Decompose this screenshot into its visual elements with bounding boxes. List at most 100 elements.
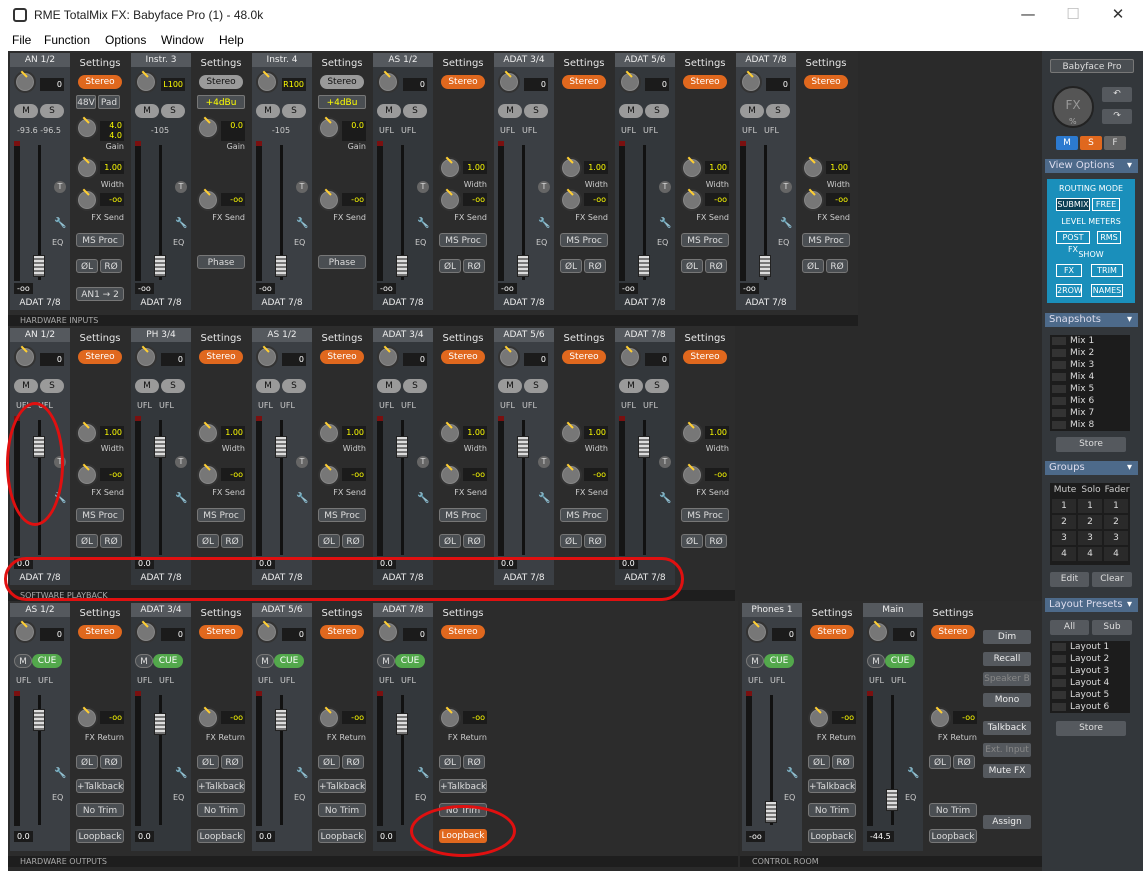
mute-button[interactable]: M: [377, 654, 395, 668]
control-room-speaker-bbutton[interactable]: Speaker B: [983, 672, 1031, 686]
solo-button[interactable]: S: [645, 104, 669, 118]
output-gain-knob[interactable]: [14, 621, 36, 643]
solo-button[interactable]: S: [282, 104, 306, 118]
fx-send-knob[interactable]: [802, 189, 824, 211]
solo-button[interactable]: S: [766, 104, 790, 118]
wrench-icon[interactable]: 🔧: [417, 493, 429, 504]
groups-clear-button[interactable]: Clear: [1092, 572, 1132, 587]
phase-left-button[interactable]: ØL: [929, 755, 951, 769]
eq-label[interactable]: EQ: [173, 238, 184, 247]
trim-button[interactable]: TRIM: [1091, 264, 1123, 277]
group-cell[interactable]: 4: [1078, 547, 1102, 561]
wrench-icon[interactable]: 🔧: [538, 218, 550, 229]
wrench-icon[interactable]: 🔧: [54, 218, 66, 229]
talkback-button[interactable]: +Talkback: [197, 779, 245, 793]
loopback-button[interactable]: Loopback: [929, 829, 977, 843]
wrench-icon[interactable]: 🔧: [54, 768, 66, 779]
control-room-ext-inputbutton[interactable]: Ext. Input: [983, 743, 1031, 757]
group-cell[interactable]: 2: [1104, 515, 1128, 529]
solo-button[interactable]: S: [645, 379, 669, 393]
control-room-dimbutton[interactable]: Dim: [983, 630, 1031, 644]
phase-left-button[interactable]: ØL: [808, 755, 830, 769]
group-cell[interactable]: 4: [1104, 547, 1128, 561]
fader-cap[interactable]: [517, 436, 529, 458]
playback-stereo-button[interactable]: Stereo: [320, 350, 364, 364]
phase-left-button[interactable]: ØL: [560, 534, 582, 548]
group-cell[interactable]: 3: [1104, 531, 1128, 545]
cue-button[interactable]: CUE: [395, 654, 425, 668]
layout-item[interactable]: Layout 3: [1050, 665, 1130, 677]
mute-button[interactable]: M: [14, 379, 38, 393]
playback-stereo-button[interactable]: Stereo: [199, 350, 243, 364]
fx-return-knob[interactable]: [318, 707, 340, 729]
eq-label[interactable]: EQ: [784, 793, 795, 802]
fx-send-knob[interactable]: [681, 189, 703, 211]
width-knob[interactable]: [681, 157, 703, 179]
mute-button[interactable]: M: [377, 379, 401, 393]
phase-right-button[interactable]: RØ: [705, 259, 727, 273]
view-options-header[interactable]: View Options: [1045, 159, 1138, 173]
solo-button[interactable]: S: [403, 379, 427, 393]
width-knob[interactable]: [681, 422, 703, 444]
phase-left-button[interactable]: ØL: [76, 755, 98, 769]
layout-all-button[interactable]: All: [1050, 620, 1089, 635]
menu-file[interactable]: File: [12, 33, 31, 47]
mute-button[interactable]: M: [498, 379, 522, 393]
playback-stereo-button[interactable]: Stereo: [78, 350, 122, 364]
wrench-icon[interactable]: 🔧: [907, 768, 919, 779]
mute-button[interactable]: M: [867, 654, 885, 668]
trim-t-icon[interactable]: T: [175, 456, 187, 468]
group-cell[interactable]: 1: [1052, 499, 1076, 513]
phase-left-button[interactable]: ØL: [318, 755, 340, 769]
mute-button[interactable]: M: [498, 104, 522, 118]
mode-f-button[interactable]: F: [1104, 136, 1126, 150]
layout-presets-header[interactable]: Layout Presets: [1045, 598, 1138, 612]
talkback-button[interactable]: +Talkback: [76, 779, 124, 793]
group-cell[interactable]: 1: [1078, 499, 1102, 513]
input-gain-knob[interactable]: [619, 71, 641, 93]
mute-button[interactable]: M: [377, 104, 401, 118]
groups-header[interactable]: Groups: [1045, 461, 1138, 475]
playback-gain-knob[interactable]: [14, 346, 36, 368]
input-gain-knob[interactable]: [377, 71, 399, 93]
fx-send-knob[interactable]: [439, 189, 461, 211]
phase-left-button[interactable]: ØL: [681, 534, 703, 548]
names-button[interactable]: NAMES: [1091, 284, 1123, 297]
ms-proc-button[interactable]: MS Proc: [802, 233, 850, 247]
solo-button[interactable]: S: [524, 379, 548, 393]
playback-stereo-button[interactable]: Stereo: [683, 350, 727, 364]
fader-cap[interactable]: [765, 801, 777, 823]
wrench-icon[interactable]: 🔧: [659, 493, 671, 504]
trim-t-icon[interactable]: T: [417, 456, 429, 468]
width-knob[interactable]: [439, 157, 461, 179]
phase-right-button[interactable]: RØ: [826, 259, 848, 273]
fx-send-knob[interactable]: [76, 464, 98, 486]
group-cell[interactable]: 3: [1078, 531, 1102, 545]
width-knob[interactable]: [439, 422, 461, 444]
mute-button[interactable]: M: [619, 379, 643, 393]
fx-show-button[interactable]: FX: [1056, 264, 1082, 277]
output-gain-knob[interactable]: [135, 621, 157, 643]
talkback-button[interactable]: +Talkback: [318, 779, 366, 793]
loopback-button[interactable]: Loopback: [76, 829, 124, 843]
loopback-button[interactable]: Loopback: [197, 829, 245, 843]
ms-proc-button[interactable]: MS Proc: [197, 508, 245, 522]
fx-send-knob[interactable]: [76, 189, 98, 211]
mode-s-button[interactable]: S: [1080, 136, 1102, 150]
snapshot-item[interactable]: Mix 4: [1050, 371, 1130, 383]
talkback-button[interactable]: +Talkback: [808, 779, 856, 793]
input-stereo-button[interactable]: Stereo: [804, 75, 848, 89]
control-room-assignbutton[interactable]: Assign: [983, 815, 1031, 829]
layout-item[interactable]: Layout 6: [1050, 701, 1130, 713]
layout-item[interactable]: Layout 2: [1050, 653, 1130, 665]
no-trim-button[interactable]: No Trim: [929, 803, 977, 817]
output-stereo-button[interactable]: Stereo: [78, 625, 122, 639]
trim-t-icon[interactable]: T: [417, 181, 429, 193]
route-button[interactable]: AN1 → 2: [76, 287, 124, 301]
input-gain-knob[interactable]: [740, 71, 762, 93]
control-room-gain-knob[interactable]: [746, 621, 768, 643]
input-stereo-button[interactable]: Stereo: [683, 75, 727, 89]
phase-left-button[interactable]: ØL: [197, 534, 219, 548]
input-gain-knob[interactable]: [135, 71, 157, 93]
eq-label[interactable]: EQ: [536, 238, 547, 247]
